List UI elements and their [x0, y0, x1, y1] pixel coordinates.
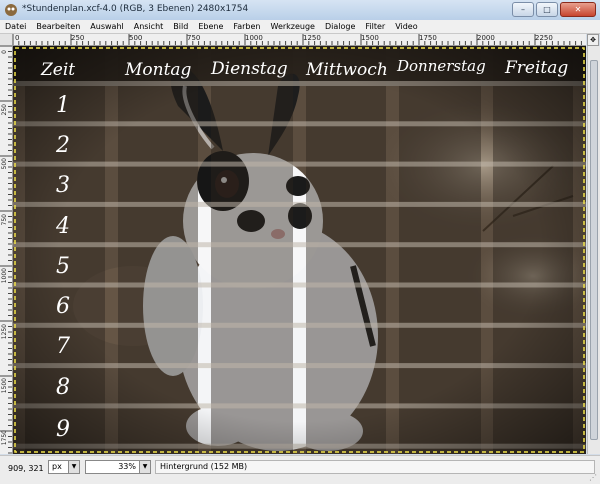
window-controls: – □ ✕ — [510, 2, 596, 17]
window-title: *Stundenplan.xcf-4.0 (RGB, 3 Ebenen) 248… — [22, 4, 249, 14]
period-label: 9 — [56, 417, 70, 442]
ruler-label: 1000 — [1, 268, 8, 284]
header-montag: Montag — [124, 60, 192, 80]
menu-item-filter[interactable]: Filter — [360, 22, 390, 31]
close-button[interactable]: ✕ — [560, 2, 596, 17]
ruler-label: 1250 — [1, 324, 8, 340]
menu-item-auswahl[interactable]: Auswahl — [85, 22, 128, 31]
zoom-value: 33% — [118, 462, 136, 471]
period-label: 1 — [56, 93, 70, 118]
status-bar: 909, 321 px ▼ 33% ▼ Hintergrund (152 MB)… — [0, 455, 600, 484]
menu-item-bearbeiten[interactable]: Bearbeiten — [31, 22, 85, 31]
header-freitag: Freitag — [504, 58, 568, 78]
vignette — [13, 46, 586, 454]
period-label: 5 — [56, 254, 70, 279]
pointer-coordinates: 909, 321 — [8, 464, 44, 473]
ruler-label: 250 — [1, 104, 8, 116]
header-donnerstag: Donnerstag — [396, 57, 486, 75]
menu-item-dialoge[interactable]: Dialoge — [320, 22, 360, 31]
menu-item-video[interactable]: Video — [390, 22, 422, 31]
ruler-label: 250 — [71, 34, 85, 42]
ruler-label: 500 — [129, 34, 143, 42]
unit-value: px — [52, 462, 62, 471]
timetable-image[interactable]: Zeit Montag Dienstag Mittwoch Donnerstag… — [13, 46, 586, 454]
horizontal-ruler-ticks — [13, 34, 582, 45]
ruler-label: 750 — [1, 214, 8, 226]
ruler-label: 750 — [187, 34, 201, 42]
chevron-down-icon[interactable]: ▼ — [68, 461, 79, 473]
vertical-ruler[interactable]: 0 250 500 750 1000 1250 1500 1750 — [0, 46, 13, 454]
gimp-app-icon[interactable] — [4, 3, 18, 17]
navigate-icon[interactable]: ✥ — [587, 34, 599, 46]
header-mittwoch: Mittwoch — [305, 60, 388, 80]
maximize-button[interactable]: □ — [536, 2, 558, 17]
menu-item-datei[interactable]: Datei — [0, 22, 31, 31]
menu-item-ebene[interactable]: Ebene — [193, 22, 228, 31]
ruler-label: 0 — [1, 50, 8, 54]
minimize-button[interactable]: – — [512, 2, 534, 17]
ruler-corner-button[interactable] — [0, 34, 13, 46]
ruler-label: 0 — [15, 34, 20, 42]
ruler-label: 1000 — [245, 34, 263, 42]
unit-select[interactable]: px ▼ — [48, 460, 80, 474]
ruler-label: 500 — [1, 158, 8, 170]
horizontal-ruler[interactable]: 0 250 500 750 1000 1250 1500 1750 2000 2… — [13, 34, 586, 46]
header-dienstag: Dienstag — [210, 59, 288, 79]
ruler-label: 2250 — [535, 34, 553, 42]
menu-bar: Datei Bearbeiten Auswahl Ansicht Bild Eb… — [0, 20, 600, 34]
menu-item-bild[interactable]: Bild — [168, 22, 193, 31]
chevron-down-icon[interactable]: ▼ — [139, 461, 150, 473]
ruler-label: 1750 — [1, 430, 8, 446]
ruler-label: 1750 — [419, 34, 437, 42]
period-label: 4 — [55, 214, 70, 239]
resize-grip-icon[interactable]: ⋰ — [589, 473, 599, 483]
ruler-label: 1250 — [303, 34, 321, 42]
layer-info: Hintergrund (152 MB) — [155, 460, 595, 474]
header-zeit: Zeit — [40, 60, 75, 80]
period-label: 3 — [56, 173, 70, 198]
scrollbar-thumb[interactable] — [590, 60, 598, 440]
ruler-label: 1500 — [1, 378, 8, 394]
period-label: 6 — [56, 294, 70, 319]
menu-item-werkzeuge[interactable]: Werkzeuge — [266, 22, 320, 31]
ruler-label: 1500 — [361, 34, 379, 42]
title-bar: *Stundenplan.xcf-4.0 (RGB, 3 Ebenen) 248… — [0, 0, 600, 21]
ruler-label: 2000 — [477, 34, 495, 42]
period-label: 2 — [55, 133, 70, 158]
period-label: 7 — [56, 334, 70, 359]
image-canvas[interactable]: Zeit Montag Dienstag Mittwoch Donnerstag… — [13, 46, 586, 454]
menu-item-ansicht[interactable]: Ansicht — [129, 22, 169, 31]
period-label: 8 — [56, 375, 70, 400]
menu-item-farben[interactable]: Farben — [228, 22, 265, 31]
zoom-select[interactable]: 33% ▼ — [85, 460, 151, 474]
vertical-scrollbar[interactable] — [587, 46, 600, 454]
